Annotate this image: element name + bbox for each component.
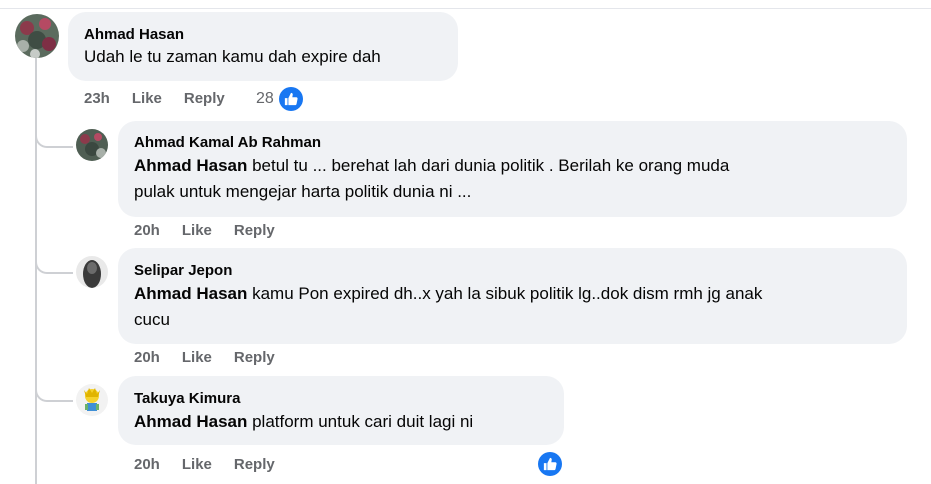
comment-author[interactable]: Ahmad Hasan [84,26,184,44]
mention-link[interactable]: Ahmad Hasan [134,156,247,175]
comment-time[interactable]: 23h [84,90,110,107]
reply-text: Ahmad Hasan kamu Pon expired dh..x yah l… [134,284,763,329]
thread-branch [35,124,73,148]
like-button[interactable]: Like [182,349,212,366]
thumbs-up-icon[interactable] [279,87,303,111]
reply-author[interactable]: Ahmad Kamal Ab Rahman [134,134,321,152]
comment-text: Udah le tu zaman kamu dah expire dah [84,47,381,66]
like-button[interactable]: Like [182,456,212,473]
mention-link[interactable]: Ahmad Hasan [134,412,247,431]
top-divider [0,8,931,9]
mention-link[interactable]: Ahmad Hasan [134,284,247,303]
comment-actions: 23h Like Reply [84,90,247,107]
like-button[interactable]: Like [182,222,212,239]
reply-actions: 20h Like Reply [134,222,297,239]
reaction-count[interactable]: 28 [256,90,274,108]
thread-branch [35,250,73,274]
reply-time[interactable]: 20h [134,349,160,366]
reply-button[interactable]: Reply [234,222,275,239]
thread-branch [35,378,73,402]
reply-text: Ahmad Hasan betul tu ... berehat lah dar… [134,156,730,201]
avatar[interactable] [76,256,108,288]
reply-time[interactable]: 20h [134,222,160,239]
reply-time[interactable]: 20h [134,456,160,473]
reply-actions: 20h Like Reply [134,456,297,473]
avatar[interactable] [15,14,59,58]
avatar[interactable] [76,384,108,416]
reply-author[interactable]: Selipar Jepon [134,262,232,280]
reply-actions: 20h Like Reply [134,349,297,366]
reply-button[interactable]: Reply [234,349,275,366]
reply-text: Ahmad Hasan platform untuk cari duit lag… [134,412,474,431]
thumbs-up-icon[interactable] [538,452,562,476]
avatar[interactable] [76,129,108,161]
like-button[interactable]: Like [132,90,162,107]
thread-line [35,58,37,484]
reply-author[interactable]: Takuya Kimura [134,390,240,408]
reply-button[interactable]: Reply [234,456,275,473]
reply-button[interactable]: Reply [184,90,225,107]
